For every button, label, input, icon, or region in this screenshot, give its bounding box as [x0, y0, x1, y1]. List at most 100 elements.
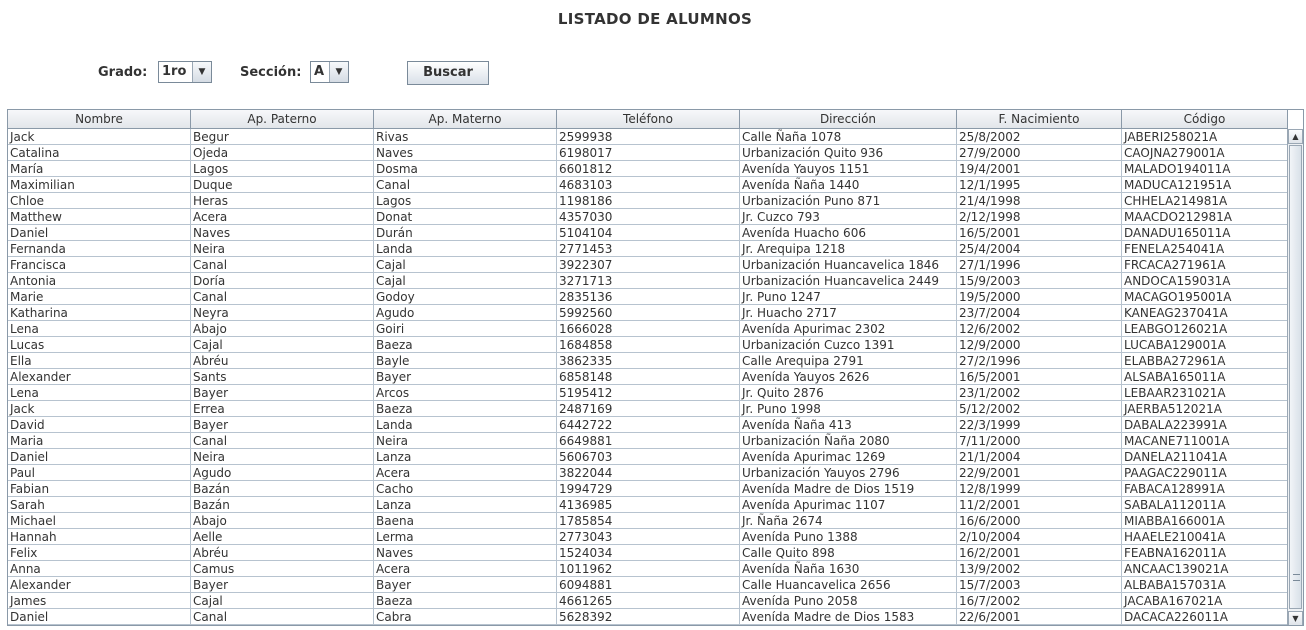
cell-nombre[interactable]: Catalina	[8, 145, 191, 160]
cell-nombre[interactable]: Jack	[8, 129, 191, 144]
cell-nombre[interactable]: Michael	[8, 513, 191, 528]
cell-telefono[interactable]: 3862335	[557, 353, 740, 368]
cell-f-nacimiento[interactable]: 15/7/2003	[957, 577, 1122, 592]
cell-nombre[interactable]: Antonia	[8, 273, 191, 288]
cell-nombre[interactable]: Daniel	[8, 609, 191, 624]
cell-ap-materno[interactable]: Arcos	[374, 385, 557, 400]
cell-f-nacimiento[interactable]: 16/5/2001	[957, 225, 1122, 240]
table-row[interactable]: Sarah Bazán Lanza 4136985 Avenída Apurimac 1…	[8, 497, 1288, 513]
cell-direccion[interactable]: Jr. Cuzco 793	[740, 209, 957, 224]
cell-telefono[interactable]: 5992560	[557, 305, 740, 320]
cell-f-nacimiento[interactable]: 27/2/1996	[957, 353, 1122, 368]
seccion-combobox[interactable]: A ▼	[310, 61, 349, 83]
cell-nombre[interactable]: Anna	[8, 561, 191, 576]
cell-nombre[interactable]: Daniel	[8, 449, 191, 464]
cell-ap-paterno[interactable]: Bayer	[191, 385, 374, 400]
cell-telefono[interactable]: 5628392	[557, 609, 740, 624]
chevron-down-icon[interactable]: ▼	[330, 62, 348, 82]
cell-ap-paterno[interactable]: Doría	[191, 273, 374, 288]
cell-ap-paterno[interactable]: Errea	[191, 401, 374, 416]
cell-f-nacimiento[interactable]: 22/9/2001	[957, 465, 1122, 480]
table-row[interactable]: Ella Abréu Bayle 3862335 Calle Arequipa 2791…	[8, 353, 1288, 369]
cell-ap-paterno[interactable]: Abajo	[191, 513, 374, 528]
cell-f-nacimiento[interactable]: 23/1/2002	[957, 385, 1122, 400]
cell-nombre[interactable]: David	[8, 417, 191, 432]
cell-ap-paterno[interactable]: Cajal	[191, 337, 374, 352]
table-row[interactable]: Fabian Bazán Cacho 1994729 Avenída Madre de …	[8, 481, 1288, 497]
table-row[interactable]: David Bayer Landa 6442722 Avenída Ñaña 413 22…	[8, 417, 1288, 433]
cell-ap-materno[interactable]: Cabra	[374, 609, 557, 624]
cell-ap-paterno[interactable]: Ojeda	[191, 145, 374, 160]
cell-f-nacimiento[interactable]: 5/12/2002	[957, 401, 1122, 416]
cell-ap-materno[interactable]: Baeza	[374, 337, 557, 352]
cell-direccion[interactable]: Jr. Puno 1247	[740, 289, 957, 304]
cell-nombre[interactable]: Marie	[8, 289, 191, 304]
cell-telefono[interactable]: 6601812	[557, 161, 740, 176]
cell-codigo[interactable]: MADUCA121951A	[1122, 177, 1288, 192]
cell-direccion[interactable]: Calle Ñaña 1078	[740, 129, 957, 144]
table-row[interactable]: Francisca Canal Cajal 3922307 Urbanización H…	[8, 257, 1288, 273]
cell-f-nacimiento[interactable]: 13/9/2002	[957, 561, 1122, 576]
cell-f-nacimiento[interactable]: 15/9/2003	[957, 273, 1122, 288]
table-row[interactable]: Alexander Bayer Bayer 6094881 Calle Huancave…	[8, 577, 1288, 593]
cell-ap-paterno[interactable]: Cajal	[191, 593, 374, 608]
cell-codigo[interactable]: DACACA226011A	[1122, 609, 1288, 624]
cell-nombre[interactable]: Jack	[8, 401, 191, 416]
cell-direccion[interactable]: Avenída Yauyos 1151	[740, 161, 957, 176]
cell-nombre[interactable]: Fernanda	[8, 241, 191, 256]
cell-codigo[interactable]: HAAELE210041A	[1122, 529, 1288, 544]
cell-ap-paterno[interactable]: Bazán	[191, 481, 374, 496]
cell-ap-materno[interactable]: Acera	[374, 465, 557, 480]
cell-ap-materno[interactable]: Baeza	[374, 401, 557, 416]
table-row[interactable]: Daniel Neira Lanza 5606703 Avenída Apurimac …	[8, 449, 1288, 465]
table-row[interactable]: Maria Canal Neira 6649881 Urbanización Ñaña …	[8, 433, 1288, 449]
cell-direccion[interactable]: Jr. Quito 2876	[740, 385, 957, 400]
cell-telefono[interactable]: 2487169	[557, 401, 740, 416]
cell-ap-materno[interactable]: Bayer	[374, 577, 557, 592]
column-header-ap-materno[interactable]: Ap. Materno	[374, 110, 557, 128]
column-header-direccion[interactable]: Dirección	[740, 110, 957, 128]
cell-f-nacimiento[interactable]: 12/9/2000	[957, 337, 1122, 352]
table-row[interactable]: Paul Agudo Acera 3822044 Urbanización Yauyos…	[8, 465, 1288, 481]
cell-direccion[interactable]: Jr. Ñaña 2674	[740, 513, 957, 528]
cell-direccion[interactable]: Calle Huancavelica 2656	[740, 577, 957, 592]
cell-direccion[interactable]: Avenída Apurimac 1269	[740, 449, 957, 464]
cell-direccion[interactable]: Avenída Huacho 606	[740, 225, 957, 240]
cell-direccion[interactable]: Urbanización Cuzco 1391	[740, 337, 957, 352]
cell-f-nacimiento[interactable]: 21/4/1998	[957, 193, 1122, 208]
cell-telefono[interactable]: 1785854	[557, 513, 740, 528]
table-row[interactable]: Anna Camus Acera 1011962 Avenída Ñaña 1630 13…	[8, 561, 1288, 577]
column-header-f-nacimiento[interactable]: F. Nacimiento	[957, 110, 1122, 128]
cell-f-nacimiento[interactable]: 12/8/1999	[957, 481, 1122, 496]
cell-codigo[interactable]: LEBAAR231021A	[1122, 385, 1288, 400]
grado-combobox[interactable]: 1ro ▼	[158, 61, 212, 83]
cell-codigo[interactable]: MAACDO212981A	[1122, 209, 1288, 224]
cell-f-nacimiento[interactable]: 16/7/2002	[957, 593, 1122, 608]
cell-ap-paterno[interactable]: Canal	[191, 257, 374, 272]
cell-nombre[interactable]: Maximilian	[8, 177, 191, 192]
cell-f-nacimiento[interactable]: 2/10/2004	[957, 529, 1122, 544]
cell-direccion[interactable]: Urbanización Huancavelica 2449	[740, 273, 957, 288]
cell-telefono[interactable]: 1666028	[557, 321, 740, 336]
cell-direccion[interactable]: Calle Quito 898	[740, 545, 957, 560]
cell-telefono[interactable]: 3922307	[557, 257, 740, 272]
cell-ap-paterno[interactable]: Canal	[191, 609, 374, 624]
cell-ap-paterno[interactable]: Aelle	[191, 529, 374, 544]
cell-codigo[interactable]: MACANE711001A	[1122, 433, 1288, 448]
cell-ap-paterno[interactable]: Canal	[191, 433, 374, 448]
cell-codigo[interactable]: ALSABA165011A	[1122, 369, 1288, 384]
cell-direccion[interactable]: Urbanización Quito 936	[740, 145, 957, 160]
cell-telefono[interactable]: 1994729	[557, 481, 740, 496]
cell-ap-materno[interactable]: Cajal	[374, 273, 557, 288]
cell-ap-materno[interactable]: Acera	[374, 561, 557, 576]
table-row[interactable]: Lucas Cajal Baeza 1684858 Urbanización Cuzco…	[8, 337, 1288, 353]
cell-f-nacimiento[interactable]: 11/2/2001	[957, 497, 1122, 512]
cell-ap-materno[interactable]: Naves	[374, 145, 557, 160]
table-row[interactable]: James Cajal Baeza 4661265 Avenída Puno 2058 1…	[8, 593, 1288, 609]
cell-ap-materno[interactable]: Durán	[374, 225, 557, 240]
cell-direccion[interactable]: Urbanización Huancavelica 1846	[740, 257, 957, 272]
cell-ap-paterno[interactable]: Agudo	[191, 465, 374, 480]
cell-nombre[interactable]: Paul	[8, 465, 191, 480]
cell-codigo[interactable]: PAAGAC229011A	[1122, 465, 1288, 480]
cell-f-nacimiento[interactable]: 23/7/2004	[957, 305, 1122, 320]
